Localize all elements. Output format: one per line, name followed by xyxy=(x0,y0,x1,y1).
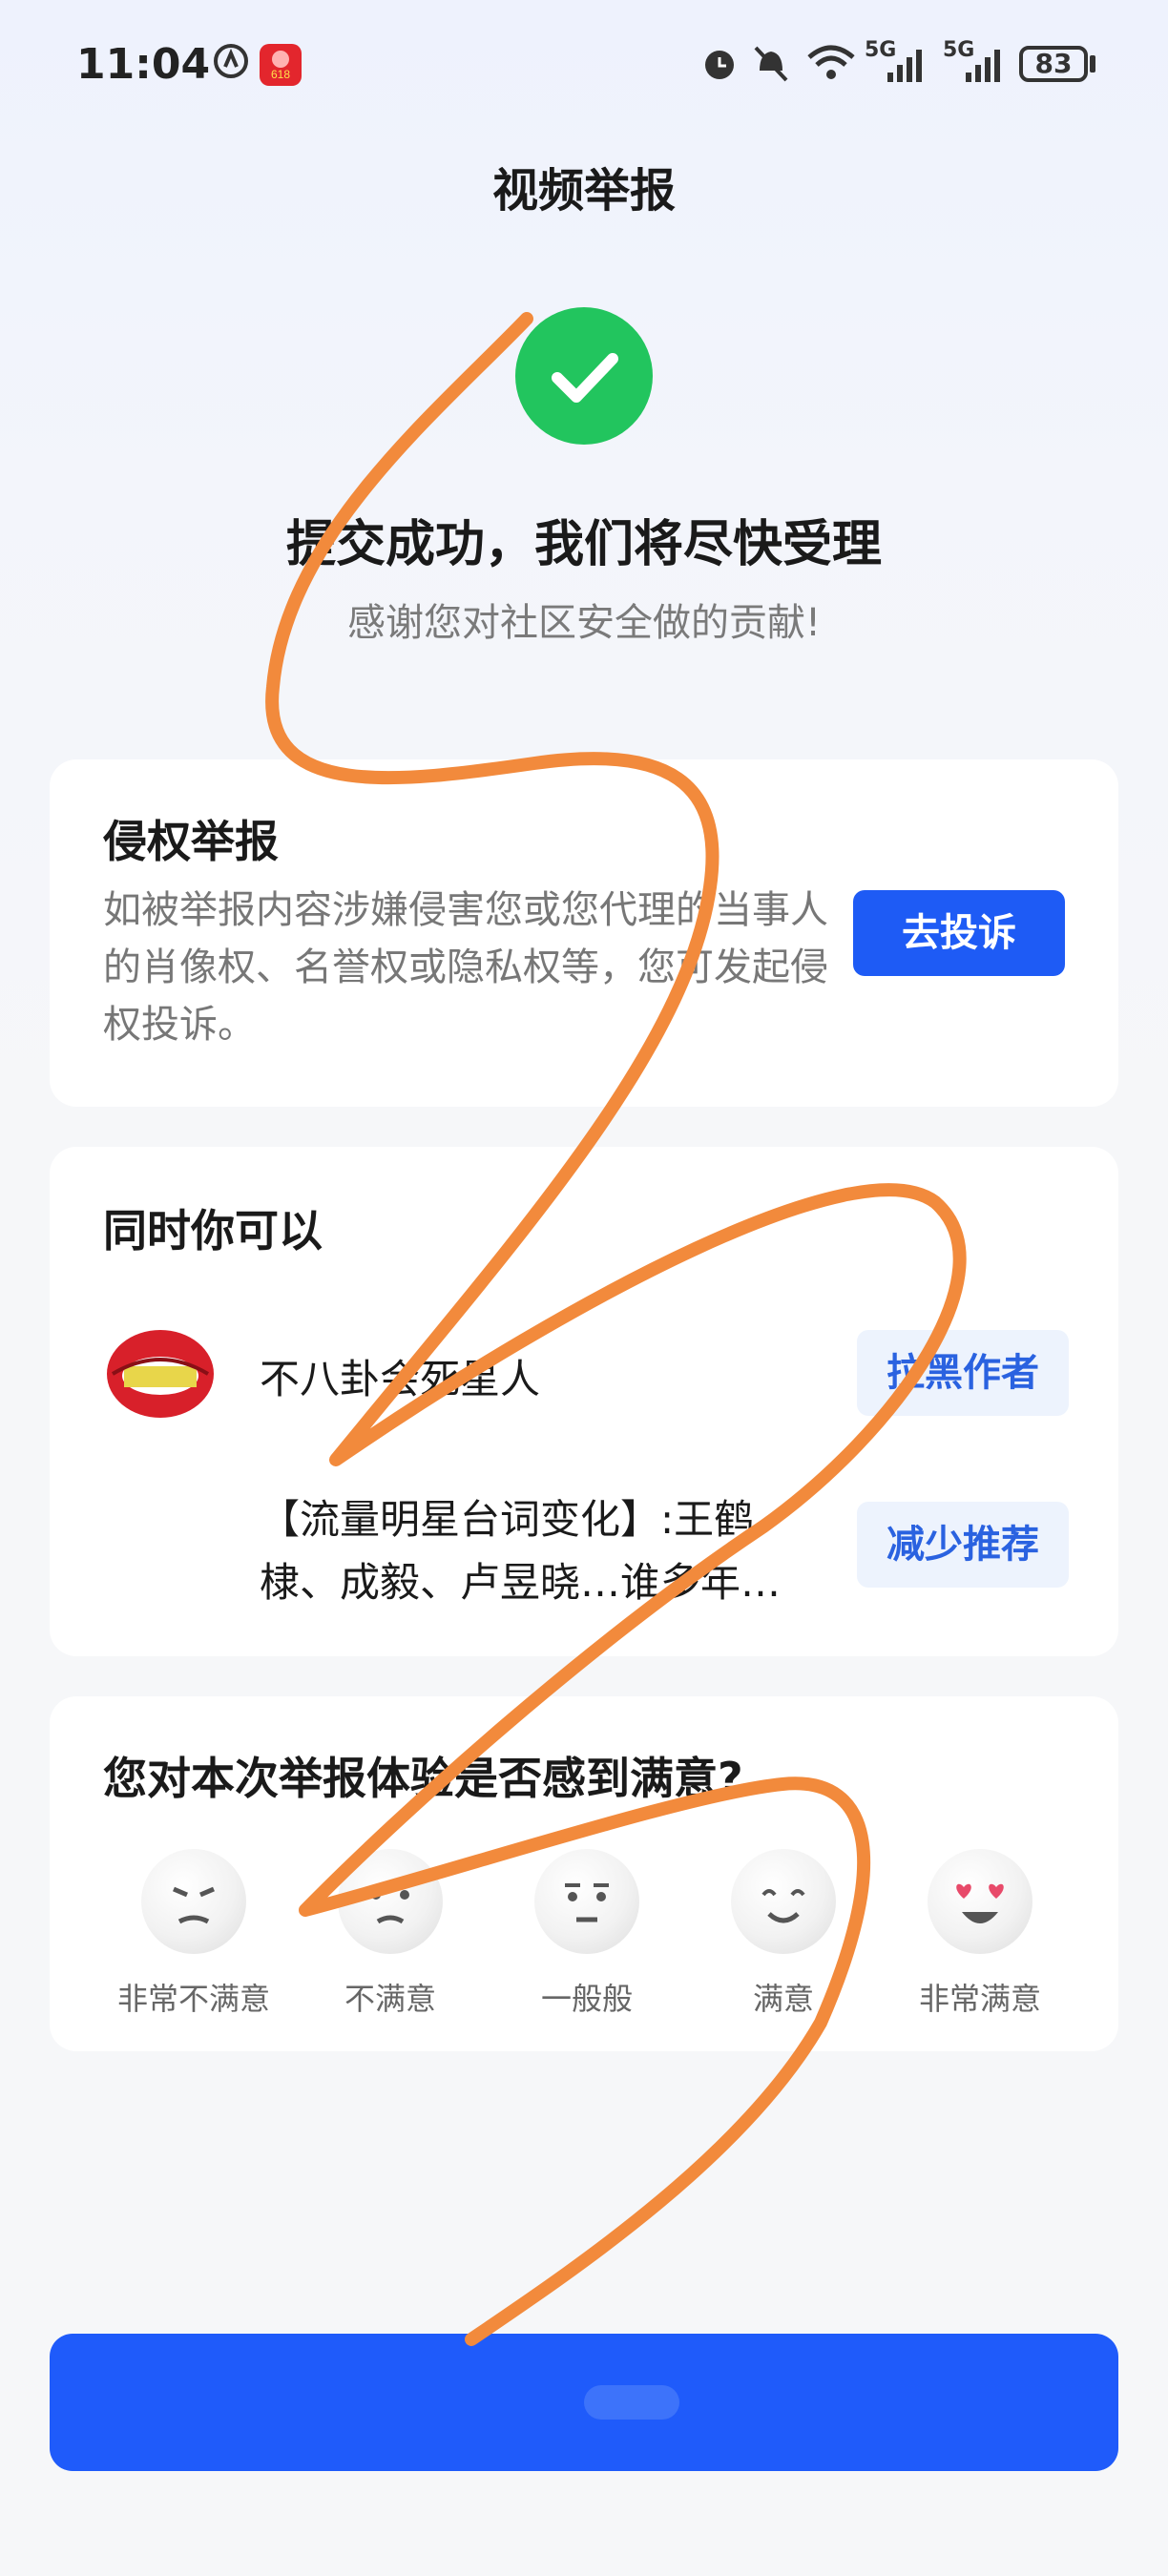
option-label-neutral: 一般般 xyxy=(540,1981,633,2017)
status-bar: 11:04 618 5G 5G 83 xyxy=(0,0,1168,134)
mute-icon xyxy=(754,46,788,82)
status-time: 11:04 xyxy=(76,40,211,89)
rights-complaint-card: 侵权举报 如被举报内容涉嫌侵害您或您代理的当事人的肖像权、名誉权或隐私权等，您可… xyxy=(50,759,1118,1107)
battery-icon: 83 xyxy=(1019,46,1088,82)
option-label-dissatisfied: 不满意 xyxy=(344,1981,436,2017)
signal-bars-icon-2 xyxy=(966,50,1000,82)
rights-card-description: 如被举报内容涉嫌侵害您或您代理的当事人的肖像权、名誉权或隐私权等，您可发起侵权投… xyxy=(103,888,828,1047)
button-label-blur xyxy=(584,2385,679,2420)
success-headline: 提交成功，我们将尽快受理 xyxy=(285,516,882,573)
author-name: 不八卦会死星人 xyxy=(260,1356,541,1402)
smile-face-icon[interactable] xyxy=(731,1849,836,1954)
complain-button[interactable]: 去投诉 xyxy=(853,890,1065,976)
data-saver-icon xyxy=(214,44,248,78)
survey-question: 您对本次举报体验是否感到满意? xyxy=(103,1753,743,1804)
option-label-very-satisfied: 非常满意 xyxy=(918,1981,1041,2017)
page-title: 视频举报 xyxy=(491,164,676,218)
frown-face-icon[interactable] xyxy=(338,1849,443,1954)
satisfaction-survey-card: 您对本次举报体验是否感到满意? 非常不满意 不满意 一般般 满意 非常满意 xyxy=(50,1696,1118,2051)
alarm-icon xyxy=(705,51,734,79)
angry-face-icon[interactable] xyxy=(141,1849,246,1954)
lips-avatar-icon xyxy=(107,1330,214,1418)
signal-bars-icon xyxy=(887,50,922,82)
battery-level: 83 xyxy=(1034,48,1073,79)
success-icon xyxy=(515,307,653,445)
also-you-can-card: 同时你可以 不八卦会死星人 拉黑作者 【流量明星台词变化】:王鹤棣、成毅、卢昱晓… xyxy=(50,1147,1118,1656)
block-author-button[interactable]: 拉黑作者 xyxy=(857,1330,1069,1416)
neutral-face-icon[interactable] xyxy=(534,1849,639,1954)
wifi-icon xyxy=(807,45,855,79)
heart-eyes-face-icon[interactable] xyxy=(928,1849,1032,1954)
battery-tip xyxy=(1090,55,1095,73)
reduce-recommend-button[interactable]: 减少推荐 xyxy=(857,1502,1069,1588)
svg-text:618: 618 xyxy=(271,68,290,81)
option-label-very-dissatisfied: 非常不满意 xyxy=(116,1981,270,2017)
check-icon xyxy=(552,353,618,403)
bottom-primary-button[interactable] xyxy=(50,2334,1118,2471)
app-notification-icon: 618 xyxy=(260,44,302,86)
rights-card-title: 侵权举报 xyxy=(103,816,279,867)
author-avatar[interactable] xyxy=(103,1317,218,1431)
option-label-satisfied: 满意 xyxy=(752,1981,814,2017)
video-title: 【流量明星台词变化】:王鹤棣、成毅、卢昱晓…谁多年… xyxy=(260,1496,782,1606)
success-subline: 感谢您对社区安全做的贡献! xyxy=(346,601,822,645)
also-card-title: 同时你可以 xyxy=(103,1205,323,1257)
